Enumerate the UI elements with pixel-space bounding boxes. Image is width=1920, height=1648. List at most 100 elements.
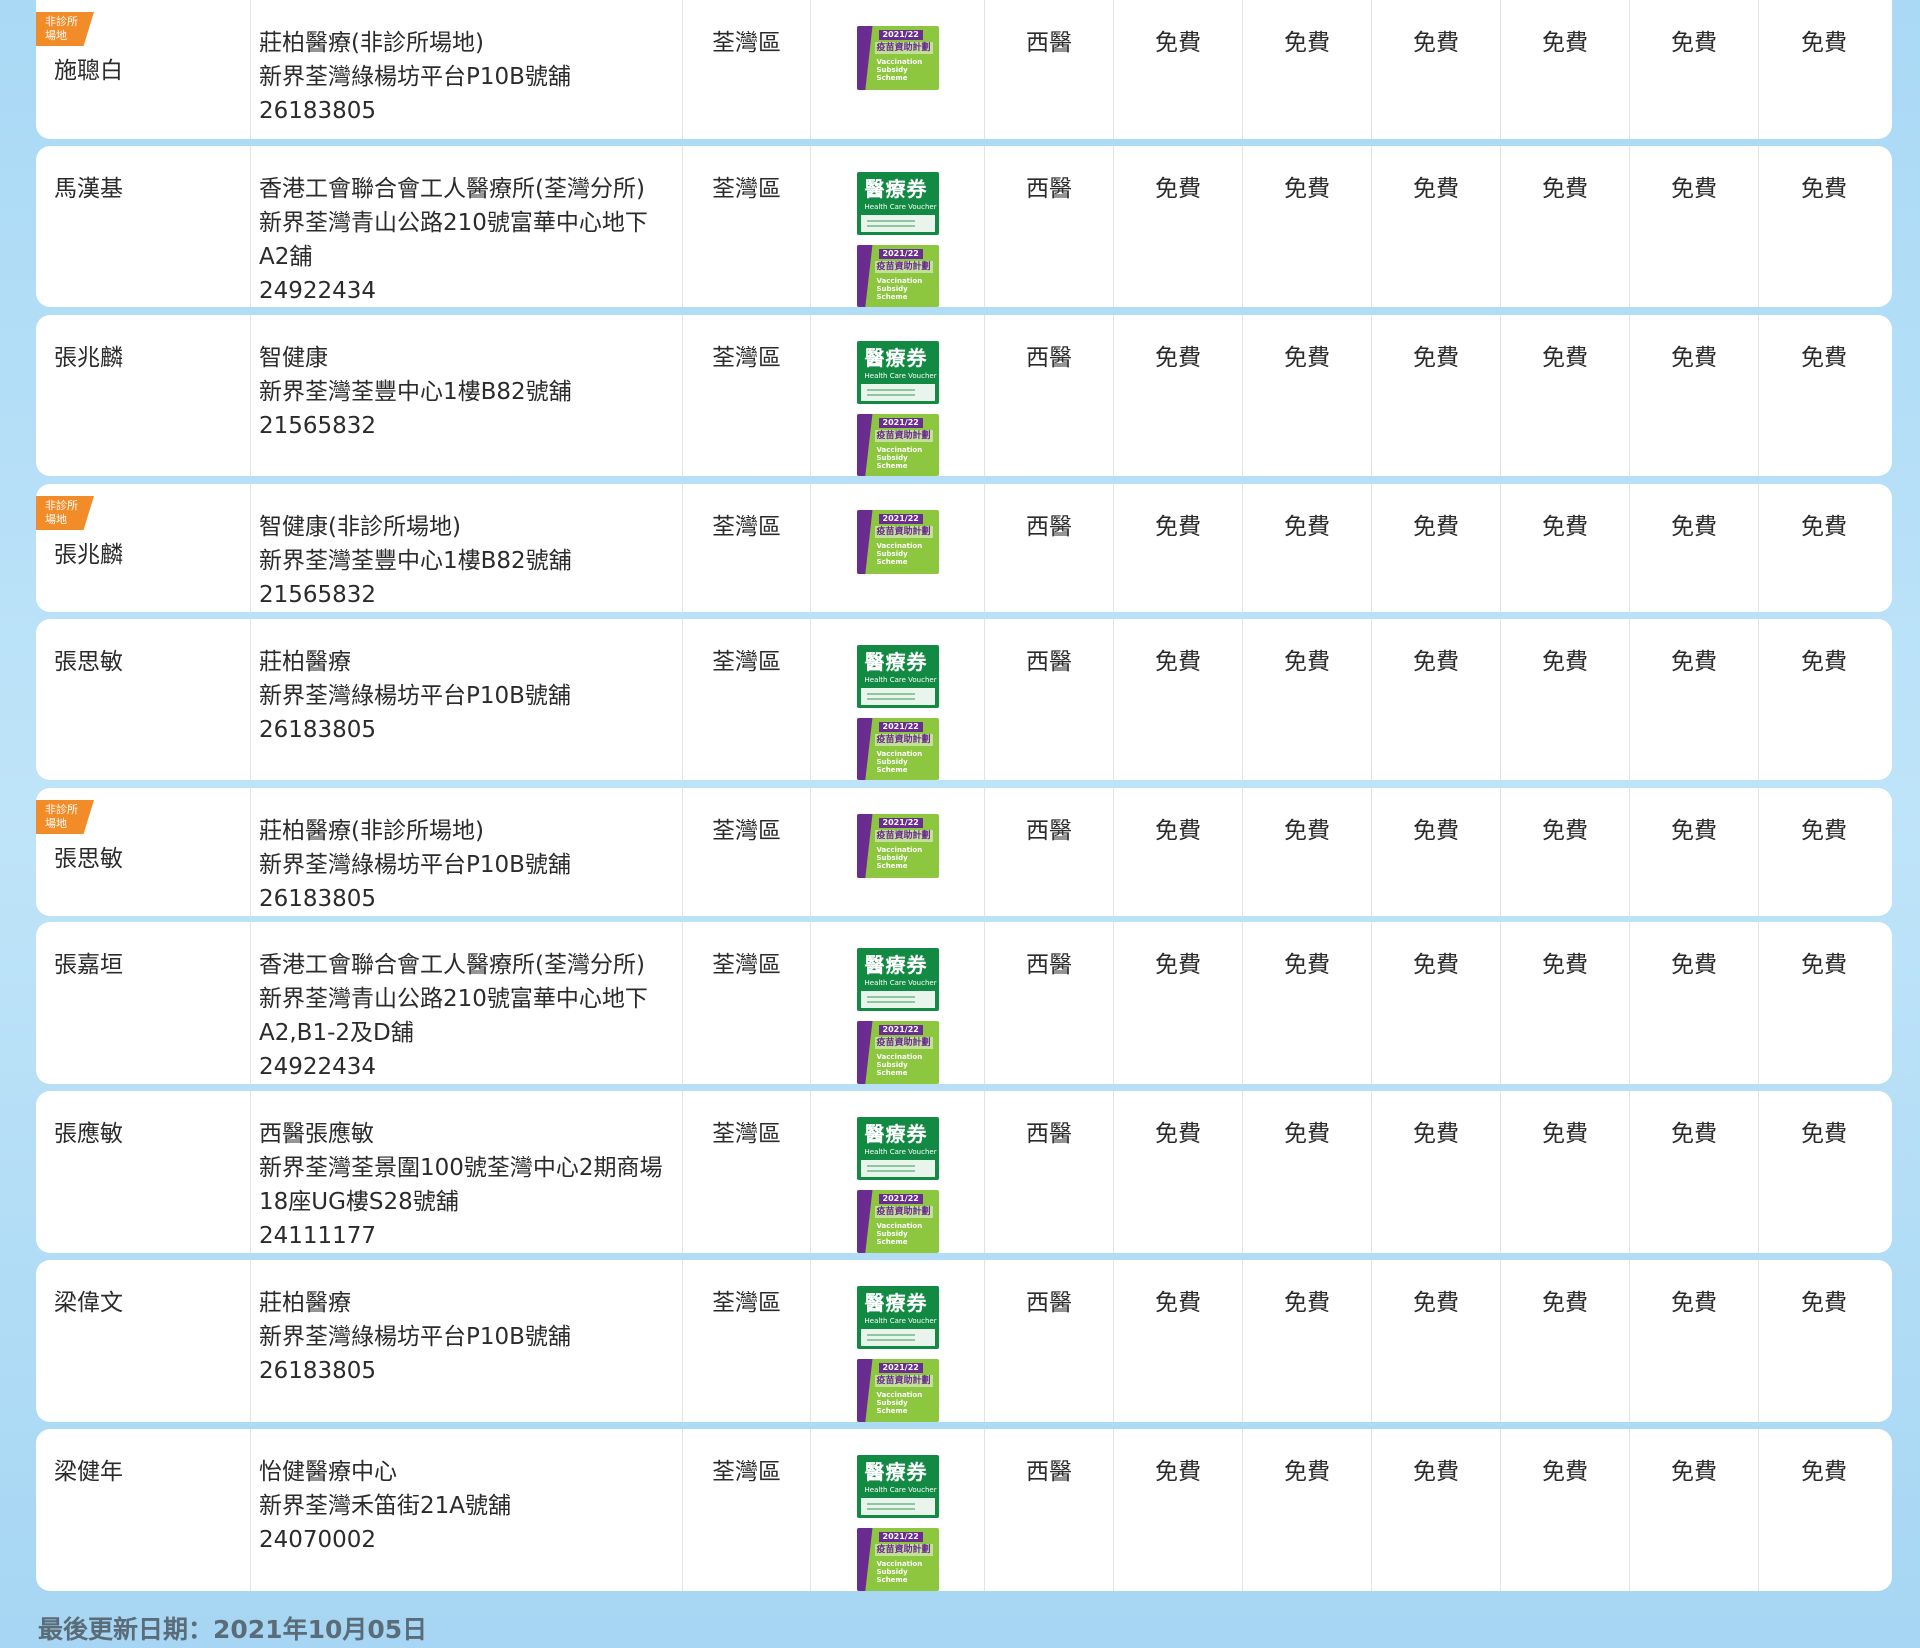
vaccination-badge-title: 疫苗資助計劃 — [874, 733, 933, 746]
fee-cell: 免費 — [1114, 146, 1243, 307]
scheme-badges-cell: 醫療券 Health Care Voucher 2021/22 疫苗資助計劃 Vacci… — [811, 922, 985, 1084]
clinic-info-cell: 莊柏醫療 新界荃灣綠楊坊平台P10B號舖 26183805 — [251, 619, 683, 780]
doctor-name[interactable]: 梁健年 — [54, 1459, 123, 1485]
fee-value: 免費 — [1671, 30, 1717, 56]
health-care-voucher-badge: 醫療券 Health Care Voucher — [856, 1117, 939, 1180]
doctor-name[interactable]: 馬漢基 — [54, 176, 123, 202]
voucher-badge-title: 醫療券 — [864, 1291, 928, 1315]
doctor-name[interactable]: 張兆麟 — [54, 538, 250, 572]
scheme-badges-cell: 醫療券 Health Care Voucher 2021/22 疫苗資助計劃 Vacci… — [811, 146, 985, 307]
clinic-name: 智健康(非診所場地) — [259, 514, 461, 540]
fee-value: 免費 — [1413, 1290, 1459, 1316]
fee-cell: 免費 — [1630, 146, 1759, 307]
table-row[interactable]: 張兆麟 智健康 新界荃灣荃豐中心1樓B82號舖 21565832 荃灣區 醫療券 Healt… — [36, 315, 1892, 476]
table-row[interactable]: 張應敏 西醫張應敏 新界荃灣荃景圍100號荃灣中心2期商場 18座UG樓S28號舖 24… — [36, 1091, 1892, 1253]
clinic-phone: 24111177 — [259, 1223, 377, 1249]
voucher-badge-strip — [860, 1329, 935, 1346]
scheme-badges-cell: 醫療券 Health Care Voucher 2021/22 疫苗資助計劃 Vacci… — [811, 315, 985, 476]
vaccination-badge-title: 疫苗資助計劃 — [874, 260, 933, 273]
fee-cell: 免費 — [1630, 788, 1759, 916]
fee-cell: 免費 — [1114, 1091, 1243, 1253]
fee-cell: 免費 — [1759, 1429, 1889, 1591]
vaccination-badge-corner — [856, 1359, 873, 1422]
fee-cell: 免費 — [1501, 484, 1630, 612]
fee-value: 免費 — [1542, 514, 1588, 540]
health-care-voucher-badge: 醫療券 Health Care Voucher — [856, 948, 939, 1011]
vaccination-badge-year: 2021/22 — [878, 818, 923, 828]
clinic-name: 智健康 — [259, 345, 328, 371]
voucher-badge-title: 醫療券 — [864, 346, 928, 370]
table-row[interactable]: 梁健年 怡健醫療中心 新界荃灣禾笛街21A號舖 24070002 荃灣區 醫療券 Healt… — [36, 1429, 1892, 1591]
doctor-name[interactable]: 張思敏 — [54, 649, 123, 675]
table-row[interactable]: 張思敏 莊柏醫療 新界荃灣綠楊坊平台P10B號舖 26183805 荃灣區 醫療券 Heal… — [36, 619, 1892, 780]
voucher-badge-strip — [860, 383, 935, 401]
doctor-name[interactable]: 梁偉文 — [54, 1290, 123, 1316]
district-cell: 荃灣區 — [683, 1260, 811, 1422]
fee-cell: 免費 — [1759, 922, 1889, 1084]
practice-type-cell: 西醫 — [985, 788, 1114, 916]
non-clinic-flag: 非診所 場地 — [36, 800, 94, 834]
fee-cell: 免費 — [1501, 922, 1630, 1084]
fee-value: 免費 — [1284, 952, 1330, 978]
health-care-voucher-badge: 醫療券 Health Care Voucher — [856, 1455, 939, 1518]
doctor-name[interactable]: 施聰白 — [54, 54, 250, 88]
non-clinic-flag-line: 非診所 — [45, 803, 78, 816]
table-row[interactable]: 非診所 場地 張思敏 莊柏醫療(非診所場地) 新界荃灣綠楊坊平台P10B號舖 261838… — [36, 788, 1892, 916]
fee-cell: 免費 — [1372, 922, 1501, 1084]
table-row[interactable]: 非診所 場地 施聰白 莊柏醫療(非診所場地) 新界荃灣綠楊坊平台P10B號舖 261838… — [36, 0, 1892, 139]
fee-cell: 免費 — [1243, 315, 1372, 476]
health-care-voucher-badge: 醫療券 Health Care Voucher — [856, 172, 939, 235]
fee-cell: 免費 — [1243, 788, 1372, 916]
fee-cell: 免費 — [1114, 315, 1243, 476]
fee-value: 免費 — [1155, 1459, 1201, 1485]
vaccination-badge-subtitle: Vaccination Subsidy Scheme — [876, 846, 923, 870]
clinic-name: 莊柏醫療 — [259, 1290, 351, 1316]
district-cell: 荃灣區 — [683, 484, 811, 612]
district-cell: 荃灣區 — [683, 315, 811, 476]
clinic-info-cell: 西醫張應敏 新界荃灣荃景圍100號荃灣中心2期商場 18座UG樓S28號舖 24111… — [251, 1091, 683, 1253]
fee-value: 免費 — [1155, 514, 1201, 540]
non-clinic-flag-line: 場地 — [45, 29, 67, 42]
table-row[interactable]: 張嘉垣 香港工會聯合會工人醫療所(荃灣分所) 新界荃灣青山公路210號富華中心地下 A… — [36, 922, 1892, 1084]
fee-cell: 免費 — [1114, 788, 1243, 916]
table-row[interactable]: 非診所 場地 張兆麟 智健康(非診所場地) 新界荃灣荃豐中心1樓B82號舖 2156583… — [36, 484, 1892, 612]
clinic-phone: 26183805 — [259, 886, 377, 912]
vaccination-subsidy-badge: 2021/22 疫苗資助計劃 Vaccination Subsidy Scheme — [856, 1359, 939, 1422]
practice-type: 西醫 — [1026, 176, 1072, 202]
fee-value: 免費 — [1671, 1121, 1717, 1147]
clinic-phone: 21565832 — [259, 582, 377, 608]
practice-type-cell: 西醫 — [985, 1091, 1114, 1253]
vaccination-badge-subtitle: Vaccination Subsidy Scheme — [876, 276, 923, 301]
fee-value: 免費 — [1542, 345, 1588, 371]
practice-type-cell: 西醫 — [985, 146, 1114, 307]
vaccination-badge-subtitle: Vaccination Subsidy Scheme — [876, 1053, 923, 1077]
table-row[interactable]: 馬漢基 香港工會聯合會工人醫療所(荃灣分所) 新界荃灣青山公路210號富華中心地下 A… — [36, 146, 1892, 307]
vaccination-badge-subtitle: Vaccination Subsidy Scheme — [876, 58, 923, 82]
practice-type: 西醫 — [1026, 1459, 1072, 1485]
doctor-name[interactable]: 張思敏 — [54, 842, 250, 876]
doctor-name[interactable]: 張應敏 — [54, 1121, 123, 1147]
fee-value: 免費 — [1413, 1121, 1459, 1147]
voucher-badge-subtitle: Health Care Voucher — [864, 372, 937, 380]
voucher-badge-title: 醫療券 — [864, 953, 928, 977]
vaccination-badge-subtitle: Vaccination Subsidy Scheme — [876, 1391, 923, 1415]
clinic-address-line: 新界荃灣荃景圍100號荃灣中心2期商場 — [259, 1155, 663, 1181]
doctor-name[interactable]: 張嘉垣 — [54, 952, 123, 978]
fee-value: 免費 — [1284, 1459, 1330, 1485]
vaccination-badge-year: 2021/22 — [878, 514, 923, 524]
vaccination-badge-subtitle: Vaccination Subsidy Scheme — [876, 749, 923, 774]
fee-value: 免費 — [1542, 176, 1588, 202]
doctor-name[interactable]: 張兆麟 — [54, 345, 123, 371]
fee-cell: 免費 — [1372, 0, 1501, 139]
fee-value: 免費 — [1413, 818, 1459, 844]
clinic-name: 怡健醫療中心 — [259, 1459, 397, 1485]
clinic-address-line: 18座UG樓S28號舖 — [259, 1189, 459, 1215]
fee-value: 免費 — [1284, 514, 1330, 540]
fee-value: 免費 — [1155, 345, 1201, 371]
voucher-badge-subtitle: Health Care Voucher — [864, 1317, 937, 1325]
voucher-badge-title: 醫療券 — [864, 1460, 928, 1484]
fee-cell: 免費 — [1243, 1429, 1372, 1591]
table-row[interactable]: 梁偉文 莊柏醫療 新界荃灣綠楊坊平台P10B號舖 26183805 荃灣區 醫療券 Heal… — [36, 1260, 1892, 1422]
vaccination-subsidy-badge: 2021/22 疫苗資助計劃 Vaccination Subsidy Scheme — [856, 1021, 939, 1084]
voucher-badge-strip — [860, 1498, 935, 1515]
